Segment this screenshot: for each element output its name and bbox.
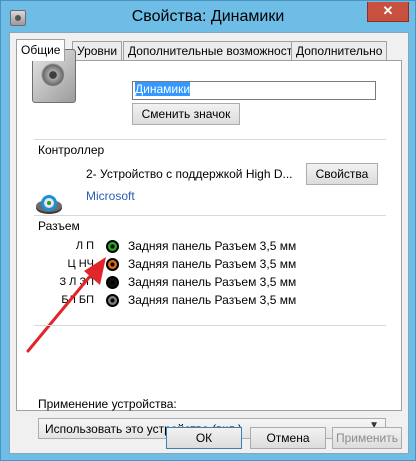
close-button[interactable]: ✕ (367, 2, 409, 22)
controller-vendor-link[interactable]: Microsoft (86, 189, 135, 203)
device-usage-label: Применение устройства: (38, 397, 177, 411)
divider (34, 325, 386, 326)
controller-properties-button[interactable]: Свойства (306, 163, 378, 185)
device-name-field[interactable]: Динамики (132, 81, 376, 100)
audio-device-icon (36, 195, 62, 214)
tab-levels[interactable]: Уровни (72, 41, 123, 60)
controller-name: 2- Устройство с поддержкой High D... (86, 167, 293, 181)
tab-general[interactable]: Общие (16, 39, 66, 61)
controller-heading: Контроллер (38, 143, 105, 157)
jack-description: Задняя панель Разъем 3,5 мм (128, 275, 297, 289)
window-title: Свойства: Динамики (131, 8, 285, 25)
jack-description: Задняя панель Разъем 3,5 мм (128, 293, 297, 307)
dialog-client-area: Общие Уровни Дополнительные возможности … (9, 32, 409, 454)
cancel-button[interactable]: Отмена (250, 427, 326, 449)
divider (34, 215, 386, 216)
jack-description: Задняя панель Разъем 3,5 мм (128, 257, 297, 271)
change-icon-button[interactable]: Сменить значок (132, 103, 240, 125)
tab-advanced[interactable]: Дополнительно (291, 41, 388, 60)
apply-button[interactable]: Применить (332, 427, 402, 449)
annotation-arrow (26, 257, 106, 353)
properties-window: Свойства: Динамики ✕ Общие Уровни Дополн… (0, 0, 416, 461)
ok-button[interactable]: ОК (166, 427, 242, 449)
jacks-heading: Разъем (38, 219, 80, 233)
jack-channel-label: Л П (75, 240, 94, 252)
title-bar[interactable]: Свойства: Динамики ✕ (1, 1, 415, 33)
tab-enhancements[interactable]: Дополнительные возможности (123, 41, 304, 60)
jack-description: Задняя панель Разъем 3,5 мм (128, 239, 297, 253)
divider (34, 139, 386, 140)
jack-color-indicator (106, 240, 119, 253)
device-name-value: Динамики (135, 82, 191, 96)
speaker-cone-icon (41, 63, 65, 87)
